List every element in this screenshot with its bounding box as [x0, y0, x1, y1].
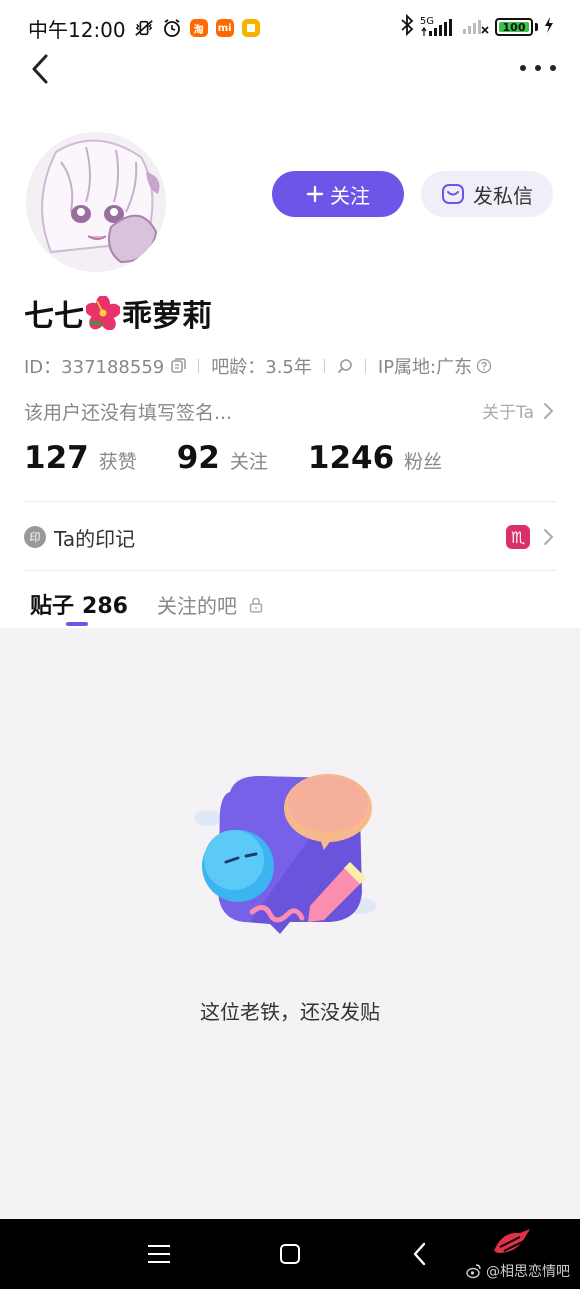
about-label: 关于Ta — [482, 403, 534, 423]
divider — [24, 501, 556, 502]
watermark-logo-icon — [494, 1229, 530, 1253]
chevron-right-icon — [544, 529, 554, 545]
meta-row: ID：337188559 吧龄：3.5年 IP属地:广东 — [24, 352, 492, 380]
battery-level: 100 — [502, 20, 526, 34]
recent-apps-button[interactable] — [148, 1245, 170, 1263]
status-right: 5G 100 — [400, 13, 554, 40]
more-dot — [550, 65, 556, 71]
tab-bar: 贴子 286 关注的吧 — [0, 588, 580, 628]
mark-row[interactable]: 印 Ta的印记 ♏ — [24, 518, 554, 556]
stat-label: 粉丝 — [404, 451, 443, 473]
seal-icon: 印 — [24, 526, 46, 548]
stat-likes[interactable]: 127 获赞 — [24, 440, 137, 476]
signal-2-icon — [461, 15, 489, 39]
status-bar: 中午12:00 淘 mi 5G 100 — [0, 0, 580, 56]
empty-posts-illustration — [194, 774, 376, 934]
follow-label: 关注 — [330, 183, 370, 208]
taobao-icon: 淘 — [189, 19, 208, 37]
menu-line — [148, 1253, 170, 1255]
avatar-image — [26, 132, 166, 272]
meta-separator — [323, 359, 325, 373]
stat-following[interactable]: 92 关注 — [177, 440, 268, 476]
tab-forums-label: 关注的吧 — [157, 594, 237, 618]
tab-posts-count: 286 — [82, 594, 128, 619]
tab-posts-label: 贴子 — [30, 594, 75, 619]
more-dot — [535, 65, 541, 71]
mail-icon — [442, 184, 464, 204]
tab-followed-forums[interactable]: 关注的吧 — [157, 590, 263, 619]
username-part2: 乖萝莉 — [122, 299, 212, 334]
charging-icon — [544, 16, 554, 38]
tab-posts[interactable]: 贴子 286 — [30, 588, 128, 620]
watermark-text: @相思恋情吧 — [486, 1264, 570, 1280]
vibrate-off-icon — [134, 18, 154, 38]
more-dot — [520, 65, 526, 71]
stat-value: 92 — [176, 440, 220, 476]
chevron-left-icon — [32, 54, 48, 84]
signal-5g-icon: 5G — [419, 16, 455, 37]
system-back-button[interactable] — [410, 1241, 430, 1267]
stat-fans[interactable]: 1246 粉丝 — [308, 440, 442, 476]
home-button[interactable] — [280, 1244, 300, 1264]
divider — [24, 570, 556, 571]
notes-icon — [241, 19, 260, 37]
copy-icon[interactable] — [170, 358, 186, 374]
message-label: 发私信 — [473, 183, 533, 208]
tab-indicator — [66, 622, 88, 626]
plus-icon — [306, 185, 324, 203]
bluetooth-icon — [400, 13, 414, 40]
menu-line — [148, 1245, 170, 1247]
status-left-icons: 淘 mi — [134, 18, 260, 38]
network-type: 5G — [419, 16, 434, 27]
weibo-icon — [466, 1264, 481, 1279]
lock-icon — [249, 597, 263, 613]
username-part1: 七七 — [24, 299, 84, 334]
status-time: 中午12:00 — [28, 17, 126, 42]
about-link[interactable]: 关于Ta — [482, 398, 554, 423]
meta-separator — [364, 359, 366, 373]
ip-location: IP属地:广东 — [377, 357, 473, 378]
empty-state-text: 这位老铁，还没发贴 — [200, 1000, 380, 1024]
chevron-right-icon — [544, 402, 554, 419]
avatar[interactable] — [26, 132, 166, 272]
stat-label: 关注 — [229, 451, 268, 473]
battery-icon: 100 — [495, 18, 533, 36]
menu-line — [148, 1261, 170, 1263]
bar-age: 吧龄：3.5年 — [211, 357, 312, 378]
stat-value: 1246 — [307, 440, 395, 476]
user-id: ID：337188559 — [24, 357, 165, 378]
help-icon[interactable] — [476, 358, 492, 374]
stats-row: 127 获赞 92 关注 1246 粉丝 — [24, 440, 482, 484]
stat-label: 获赞 — [98, 451, 137, 473]
search-icon[interactable] — [337, 358, 353, 374]
meta-separator — [198, 359, 200, 373]
back-button[interactable] — [26, 50, 58, 88]
username: 七七 乖萝莉 — [24, 290, 212, 336]
follow-button[interactable]: 关注 — [272, 171, 404, 217]
signature: 该用户还没有填写签名... — [24, 402, 233, 424]
scorpio-icon: ♏ — [506, 525, 530, 549]
watermark: @相思恋情吧 — [466, 1261, 570, 1281]
system-nav-bar: @相思恋情吧 — [0, 1219, 580, 1289]
stat-value: 127 — [24, 440, 89, 476]
hibiscus-icon — [86, 296, 120, 330]
alarm-icon — [162, 18, 182, 38]
mi-icon: mi — [215, 19, 234, 37]
mark-label: Ta的印记 — [54, 526, 136, 551]
mark-right: ♏ — [506, 525, 554, 549]
more-button[interactable] — [520, 56, 556, 80]
battery-nub — [535, 23, 538, 31]
message-button[interactable]: 发私信 — [421, 171, 553, 217]
